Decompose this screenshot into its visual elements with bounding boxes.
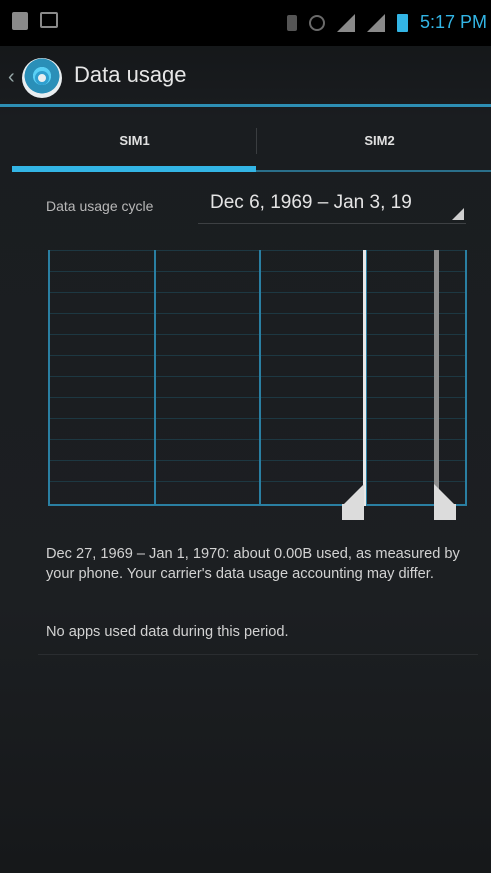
vibrate-icon [286,14,297,31]
no-apps-message: No apps used data during this period. [46,624,289,640]
usage-summary: Dec 27, 1969 – Jan 1, 1970: about 0.00B … [46,546,460,582]
grid-line [48,397,466,398]
usage-chart [45,250,469,506]
grid-line [48,376,466,377]
sim-tabs: SIM1 SIM2 [0,116,491,172]
signal-2-icon [366,13,385,32]
grid-line [48,292,466,293]
status-time: 5:17 PM [419,12,487,32]
grid-line [48,481,466,482]
cycle-label: Data usage cycle [46,198,154,214]
image-icon [40,12,58,28]
grid-line [48,439,466,440]
status-bar: 5:17 PM [0,0,491,46]
start-handle-body[interactable] [342,504,364,520]
grid-line [48,460,466,461]
tab-sim1[interactable]: SIM1 [12,116,257,172]
sim-icon [12,12,28,30]
cycle-end-sweep[interactable] [434,250,439,506]
up-navigation-icon[interactable]: ‹ [8,66,15,89]
action-bar: ‹ Data usage [0,46,491,107]
signal-icon [336,13,355,32]
grid-line [48,418,466,419]
cycle-start-sweep[interactable] [363,250,366,506]
tab-sim2[interactable]: SIM2 [257,116,491,172]
spinner-arrow-icon [452,208,464,220]
list-divider [38,654,478,655]
grid-line [48,355,466,356]
grid-line [48,313,466,314]
grid-line [48,271,466,272]
cycle-spinner[interactable]: Dec 6, 1969 – Jan 3, 19 [198,186,466,224]
grid-line [48,334,466,335]
end-handle-body[interactable] [434,504,456,520]
battery-icon [396,13,408,32]
chart-baseline [48,504,466,506]
sync-icon [308,14,325,31]
grid-line [48,250,466,251]
cycle-value: Dec 6, 1969 – Jan 3, 19 [210,192,412,213]
screen: 5:17 PM ‹ Data usage SIM1 SIM2 Data usag… [0,0,491,873]
chart-vertical-line [154,250,156,506]
chart-vertical-line [259,250,261,506]
tab-selected-indicator [12,166,256,172]
page-title: Data usage [74,62,187,87]
chart-vertical-line [48,250,50,506]
settings-gear-icon[interactable] [22,58,62,98]
chart-vertical-line [465,250,467,506]
